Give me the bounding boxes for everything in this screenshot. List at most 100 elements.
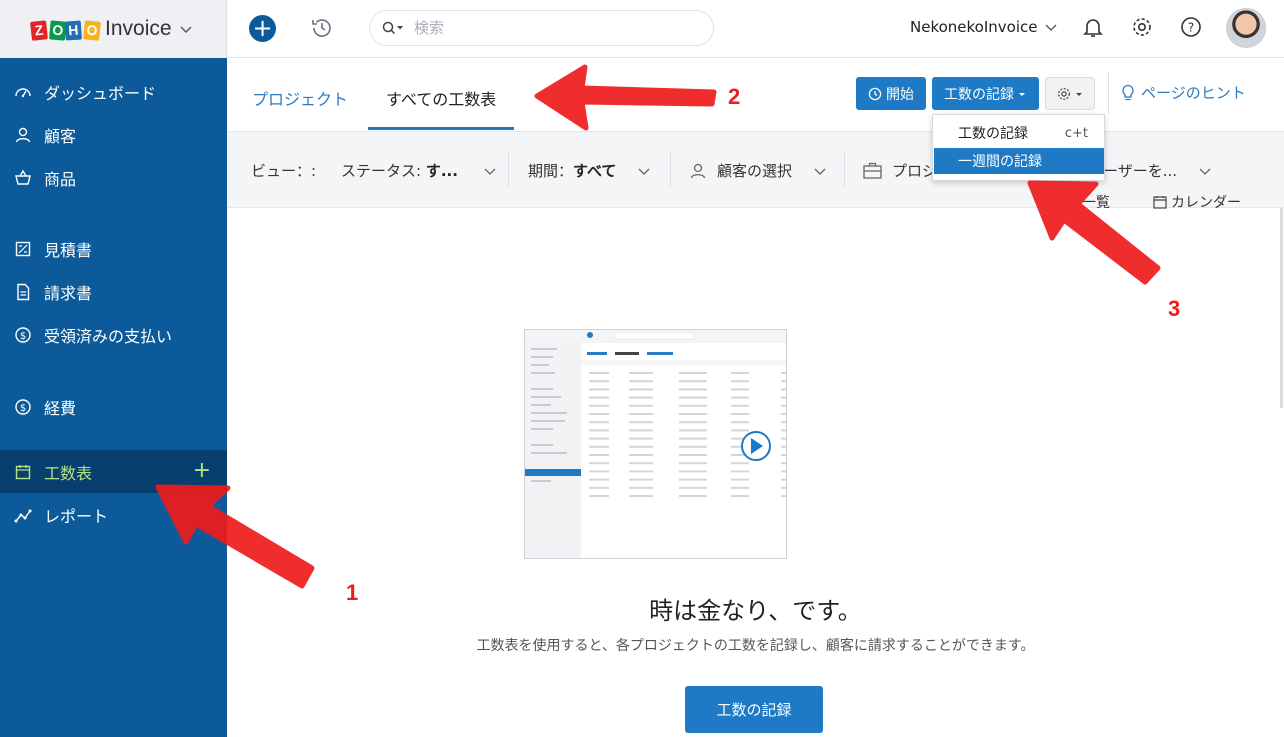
chevron-down-icon (814, 168, 826, 175)
user-filter[interactable]: ーザーを... (1103, 160, 1211, 181)
preview-row-bar (731, 495, 749, 497)
search-input[interactable] (414, 19, 674, 37)
user-icon (14, 126, 32, 144)
sidebar-item-timesheet[interactable]: 工数表 + (0, 450, 227, 493)
preview-row-bar (679, 429, 707, 432)
preview-row-bar (731, 396, 749, 399)
sidebar-item-items[interactable]: 商品 (0, 156, 227, 199)
avatar[interactable] (1226, 8, 1266, 48)
sidebar-item-expenses[interactable]: $ 経費 (0, 385, 227, 428)
preview-row-bar (629, 396, 653, 399)
chevron-down-icon (638, 168, 650, 175)
preview-row-bar (589, 495, 609, 497)
preview-row-bar (589, 413, 609, 415)
menu-item-weekly-log[interactable]: 一週間の記録 (934, 148, 1104, 174)
menu-item-log-time[interactable]: 工数の記録 c+t (934, 120, 1104, 146)
search-box[interactable] (369, 10, 714, 46)
tab-projects[interactable]: プロジェクト (252, 86, 348, 110)
preview-row-bar (679, 445, 707, 448)
project-filter[interactable]: プロジ (863, 160, 937, 181)
sidebar-item-label: ダッシュボード (44, 83, 157, 103)
preview-row-bar (629, 421, 653, 424)
preview-row-bar (629, 437, 653, 440)
scrollbar[interactable] (1280, 208, 1283, 408)
preview-row-bar (731, 462, 749, 465)
start-timer-button[interactable]: 開始 (856, 77, 926, 110)
preview-row-bar (679, 396, 707, 399)
preview-row-bar (731, 421, 749, 424)
dashboard-icon (14, 83, 32, 101)
filter-separator (844, 152, 845, 186)
view-label: ビュー：: (251, 162, 317, 180)
sidebar-item-estimates[interactable]: 見積書 (0, 227, 227, 270)
preview-row-bar (781, 396, 786, 399)
view-list-toggle[interactable]: 一覧 (1082, 192, 1110, 212)
preview-row-bar (731, 404, 749, 407)
preview-row-bar (679, 413, 707, 415)
preview-row-bar (629, 470, 653, 473)
sidebar-item-payments-received[interactable]: $ 受領済みの支払い (0, 313, 227, 356)
help-icon[interactable]: ? (1179, 15, 1203, 39)
status-filter[interactable]: ステータス: す... (341, 160, 496, 181)
preview-row-bar (731, 388, 749, 391)
preview-row-bar (781, 380, 786, 383)
sidebar-item-label: 工数表 (44, 463, 93, 483)
preview-row-bar (589, 462, 609, 465)
preview-row-bar (679, 404, 707, 407)
preview-row-bar (589, 445, 609, 448)
search-icon (382, 21, 403, 35)
preview-row-bar (679, 495, 707, 497)
sidebar-item-dashboard[interactable]: ダッシュボード (0, 70, 227, 113)
preview-row-bar (731, 413, 749, 415)
customer-filter[interactable]: 顧客の選択 (689, 160, 826, 181)
briefcase-icon (863, 162, 882, 179)
preview-row-bar (731, 478, 749, 481)
main-content: プロジェクト すべての工数表 開始 工数の記録 ページのヒント ビュー：: ステ… (227, 58, 1284, 737)
caret-down-icon (1019, 92, 1025, 96)
log-time-button[interactable]: 工数の記録 (932, 77, 1039, 110)
preview-row-bar (679, 454, 707, 456)
brand-name: Invoice (105, 17, 172, 40)
intro-video-thumbnail[interactable] (524, 329, 787, 559)
tab-all-timesheets[interactable]: すべての工数表 (386, 86, 496, 110)
period-filter[interactable]: 期間： すべて (528, 160, 650, 181)
preview-row-bar (629, 495, 653, 497)
preview-row-bar (781, 462, 786, 465)
view-calendar-toggle[interactable]: カレンダー (1153, 192, 1241, 212)
quick-create-button[interactable]: + (249, 15, 276, 42)
preview-row-bar (629, 429, 653, 432)
gear-icon (1058, 87, 1070, 100)
svg-text:$: $ (20, 403, 26, 414)
basket-icon (14, 169, 32, 187)
page-tips-link[interactable]: ページのヒント (1121, 82, 1246, 103)
sidebar-item-label: 請求書 (44, 283, 93, 303)
preview-row-bar (589, 388, 609, 391)
sidebar-item-label: レポート (44, 506, 109, 526)
preview-row-bar (629, 413, 653, 415)
preview-row-bar (679, 486, 707, 489)
settings-dropdown-button[interactable] (1045, 77, 1095, 110)
log-time-cta-button[interactable]: 工数の記録 (685, 686, 823, 733)
sidebar-item-reports[interactable]: レポート (0, 493, 227, 536)
lightbulb-icon (1122, 84, 1134, 100)
preview-row-bar (731, 380, 749, 383)
top-bar: + NekonekoInvoice ? (227, 0, 1284, 58)
preview-row-bar (781, 437, 786, 440)
preview-row-bar (781, 445, 786, 448)
history-icon[interactable] (309, 15, 335, 41)
preview-row-bar (589, 372, 609, 374)
bell-icon[interactable] (1081, 15, 1105, 39)
preview-row-bar (629, 380, 653, 383)
preview-row-bar (679, 421, 707, 424)
organization-switcher[interactable]: NekonekoInvoice (910, 18, 1057, 36)
gear-icon[interactable] (1130, 15, 1154, 39)
sidebar-item-customers[interactable]: 顧客 (0, 113, 227, 156)
sidebar-item-invoices[interactable]: 請求書 (0, 270, 227, 313)
preview-row-bar (629, 372, 653, 374)
filter-separator (508, 152, 509, 186)
user-icon (690, 163, 706, 178)
add-timesheet-button[interactable]: + (193, 460, 211, 482)
brand-switcher[interactable]: ZOHO Invoice (0, 0, 227, 58)
preview-row-bar (589, 454, 609, 456)
preview-row-bar (731, 372, 749, 374)
